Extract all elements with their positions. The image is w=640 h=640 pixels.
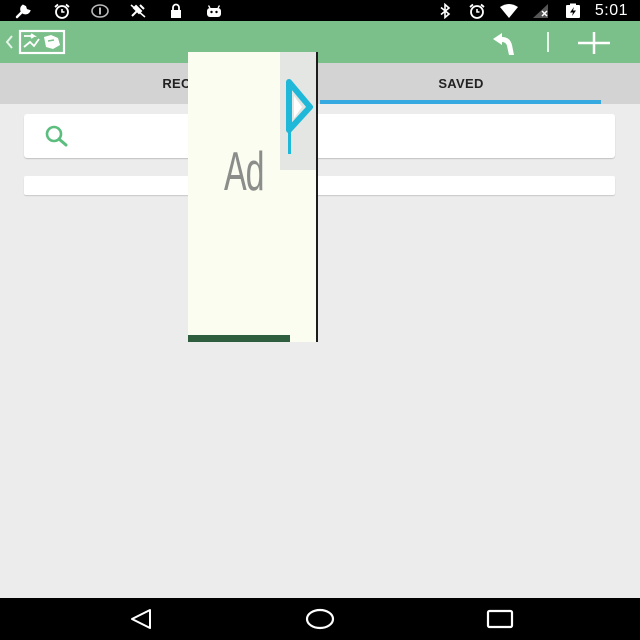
battery-charging-icon [565, 3, 580, 18]
ad-play-button[interactable] [280, 52, 316, 170]
status-time: 5:01 [594, 1, 628, 19]
chevron-left-icon[interactable] [4, 33, 14, 51]
android-icon [207, 4, 221, 17]
data-icon [91, 3, 109, 18]
tab-selected-indicator [320, 100, 601, 104]
search-input[interactable] [94, 122, 598, 152]
ad-footer-bar [188, 335, 290, 342]
wifi-icon [499, 3, 518, 18]
status-bar: 5:01 [0, 0, 640, 21]
search-icon [45, 125, 68, 147]
status-bar-right: 5:01 [435, 0, 628, 21]
no-gps-icon [130, 3, 146, 18]
action-bar-divider [547, 32, 549, 52]
play-triangle-icon [286, 79, 313, 154]
alarm-icon [469, 3, 485, 19]
tab-saved[interactable]: SAVED [320, 63, 602, 104]
bluetooth-icon [440, 2, 451, 19]
add-icon[interactable] [574, 29, 614, 57]
lock-icon [171, 3, 181, 18]
recents-icon[interactable] [486, 608, 514, 630]
status-bar-left [14, 0, 224, 21]
tab-bar: RECE SAVED [0, 63, 640, 104]
ad-label: Ad [224, 142, 265, 203]
back-icon[interactable] [128, 608, 154, 630]
action-bar [0, 21, 640, 63]
screen: 5:01 RECE SAVED Ad [0, 0, 640, 640]
wrench-icon [15, 4, 31, 18]
route-icon[interactable] [490, 29, 518, 57]
map-logo-icon[interactable] [18, 29, 66, 55]
navigation-bar [0, 598, 640, 640]
alarm-icon [54, 3, 70, 19]
ad-banner[interactable]: Ad [188, 52, 318, 342]
home-icon[interactable] [304, 607, 336, 631]
saved-list-card [24, 176, 615, 195]
search-box[interactable] [24, 114, 615, 158]
no-signal-icon [532, 3, 548, 18]
